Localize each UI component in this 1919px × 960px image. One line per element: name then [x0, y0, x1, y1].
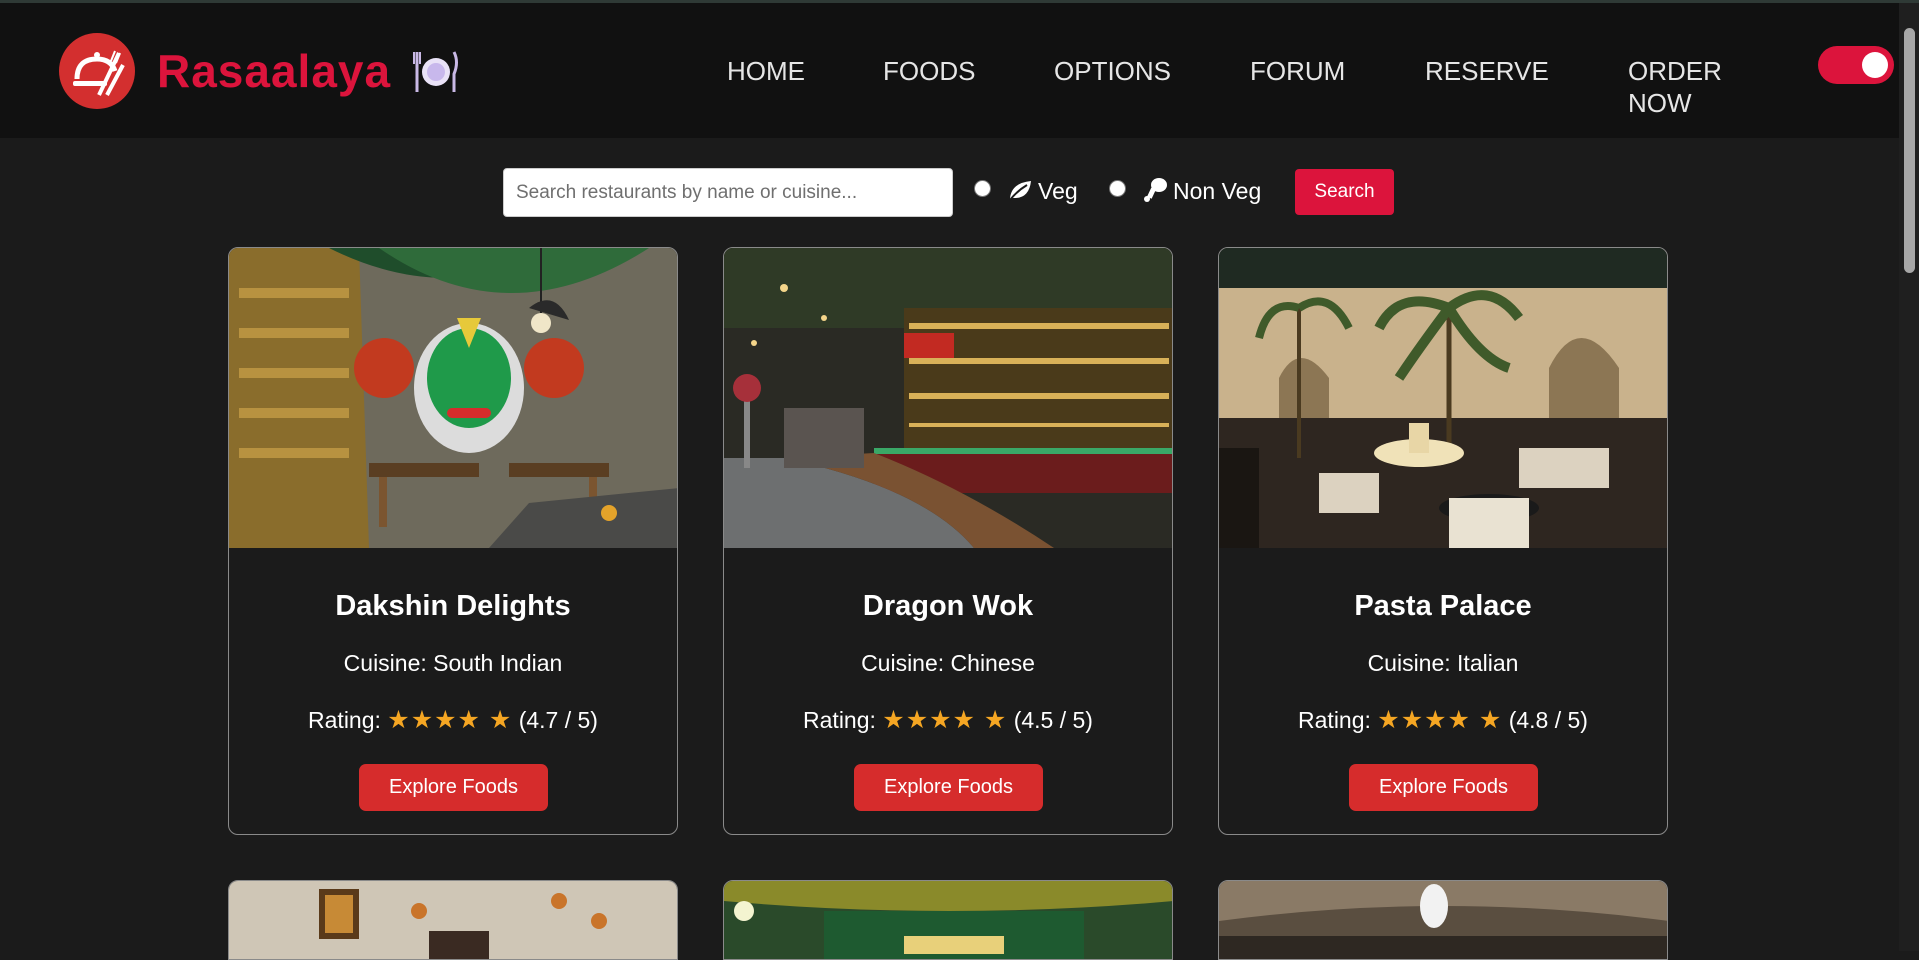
nonveg-label: Non Veg	[1173, 178, 1262, 204]
nav-foods[interactable]: FOODS	[883, 55, 975, 87]
plate-cutlery-icon	[412, 50, 460, 99]
restaurant-card-partial	[1218, 880, 1668, 960]
rating-stars-icon: ★★★★ ★	[1377, 706, 1503, 734]
rating-value: (4.5 / 5)	[1013, 707, 1093, 733]
restaurant-image-partial	[724, 881, 1172, 959]
veg-label: Veg	[1038, 178, 1078, 204]
explore-foods-button[interactable]: Explore Foods	[854, 764, 1043, 811]
search-button[interactable]: Search	[1295, 169, 1394, 215]
rating-stars-icon: ★★★★ ★	[387, 706, 513, 734]
search-input[interactable]	[503, 168, 953, 217]
restaurant-card-dakshin: Dakshin Delights Cuisine: South Indian R…	[228, 247, 678, 835]
nonveg-radio[interactable]	[1109, 180, 1126, 197]
restaurant-name: Dakshin Delights	[335, 590, 571, 622]
rating-label: Rating:	[308, 707, 381, 733]
leaf-icon	[1007, 177, 1033, 208]
restaurant-cuisine: Cuisine: Chinese	[861, 650, 1035, 676]
restaurant-rating: Rating: ★★★★ ★ (4.7 / 5)	[229, 705, 677, 735]
restaurant-card-partial	[228, 880, 678, 960]
restaurant-card-partial	[723, 880, 1173, 960]
page-scrollbar[interactable]	[1899, 3, 1919, 951]
restaurant-name: Dragon Wok	[862, 590, 1034, 622]
nav-options[interactable]: OPTIONS	[1054, 55, 1171, 87]
restaurant-card-dragon-wok: Dragon Wok Cuisine: Chinese Rating: ★★★★…	[723, 247, 1173, 835]
rating-value: (4.8 / 5)	[1508, 707, 1588, 733]
restaurant-image-pasta-palace	[1219, 248, 1667, 548]
logo-cloche-icon[interactable]	[59, 33, 135, 109]
nav-home[interactable]: HOME	[727, 55, 805, 87]
rating-label: Rating:	[803, 707, 876, 733]
restaurant-cuisine: Cuisine: South Indian	[343, 650, 563, 676]
restaurant-image-dragon-wok	[724, 248, 1172, 548]
restaurant-name: Pasta Palace	[1354, 590, 1532, 622]
rating-value: (4.7 / 5)	[518, 707, 598, 733]
restaurant-rating: Rating: ★★★★ ★ (4.8 / 5)	[1219, 705, 1667, 735]
nav-order-now[interactable]: ORDER NOW	[1628, 55, 1722, 119]
rating-label: Rating:	[1298, 707, 1371, 733]
restaurant-rating: Rating: ★★★★ ★ (4.5 / 5)	[724, 705, 1172, 735]
scrollbar-thumb[interactable]	[1904, 28, 1915, 273]
veg-radio[interactable]	[974, 180, 991, 197]
restaurant-card-pasta-palace: Pasta Palace Cuisine: Italian Rating: ★★…	[1218, 247, 1668, 835]
brand-name[interactable]: Rasaalaya	[157, 45, 391, 97]
nav-reserve[interactable]: RESERVE	[1425, 55, 1549, 87]
nav-forum[interactable]: FORUM	[1250, 55, 1345, 87]
explore-foods-button[interactable]: Explore Foods	[1349, 764, 1538, 811]
restaurant-cuisine: Cuisine: Italian	[1367, 650, 1519, 676]
toggle-knob	[1862, 52, 1888, 78]
restaurant-image-partial	[229, 881, 677, 959]
explore-foods-button[interactable]: Explore Foods	[359, 764, 548, 811]
drumstick-icon	[1142, 177, 1168, 208]
restaurant-image-partial	[1219, 881, 1667, 959]
theme-toggle[interactable]	[1818, 46, 1894, 84]
site-header: Rasaalaya HOME FOODS OPTIONS FORUM RESER…	[0, 3, 1919, 138]
restaurant-image-dakshin	[229, 248, 677, 548]
rating-stars-icon: ★★★★ ★	[882, 706, 1008, 734]
